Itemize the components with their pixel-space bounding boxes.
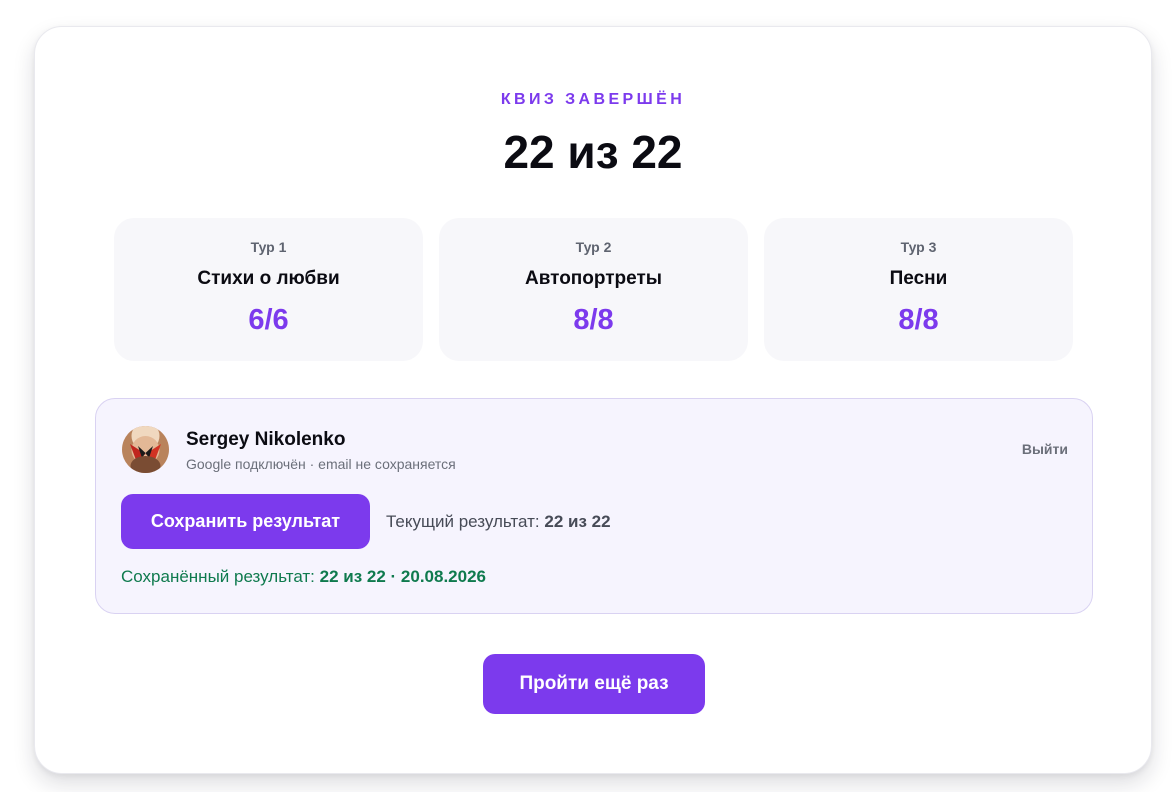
logout-link[interactable]: Выйти: [1022, 441, 1068, 457]
round-card-2: Тур 2 Автопортреты 8/8: [439, 218, 748, 361]
avatar: [122, 426, 169, 473]
account-panel: Sergey Nikolenko Google подключён · emai…: [95, 398, 1093, 614]
saved-result: Сохранённый результат: 22 из 22 · 20.08.…: [121, 567, 486, 587]
round-label: Тур 1: [250, 239, 287, 255]
saved-result-value: 22 из 22 · 20.08.2026: [319, 567, 486, 586]
round-score: 8/8: [573, 304, 614, 336]
round-score: 8/8: [898, 304, 939, 336]
round-label: Тур 2: [575, 239, 612, 255]
total-score: 22 из 22: [503, 126, 683, 178]
retry-button[interactable]: Пройти ещё раз: [483, 654, 705, 714]
round-name: Автопортреты: [524, 268, 662, 289]
round-card-3: Тур 3 Песни 8/8: [764, 218, 1073, 361]
round-score: 6/6: [248, 304, 289, 336]
current-result-label: Текущий результат:: [386, 512, 540, 531]
saved-result-label: Сохранённый результат:: [121, 567, 315, 586]
round-name: Песни: [889, 268, 948, 289]
round-label: Тур 3: [900, 239, 937, 255]
round-results: Тур 1 Стихи о любви 6/6 Тур 2 Автопортре…: [114, 218, 1074, 361]
round-name: Стихи о любви: [197, 268, 340, 289]
connection-status: Google подключён · email не сохраняется: [186, 456, 456, 472]
current-result: Текущий результат: 22 из 22: [386, 512, 611, 532]
user-name: Sergey Nikolenko: [186, 429, 346, 450]
save-result-button[interactable]: Сохранить результат: [121, 494, 370, 549]
quiz-finished-label: КВИЗ ЗАВЕРШЁН: [500, 91, 686, 108]
results-card: КВИЗ ЗАВЕРШЁН 22 из 22 Тур 1 Стихи о люб…: [34, 26, 1152, 774]
current-result-value: 22 из 22: [544, 512, 611, 531]
round-card-1: Тур 1 Стихи о любви 6/6: [114, 218, 423, 361]
